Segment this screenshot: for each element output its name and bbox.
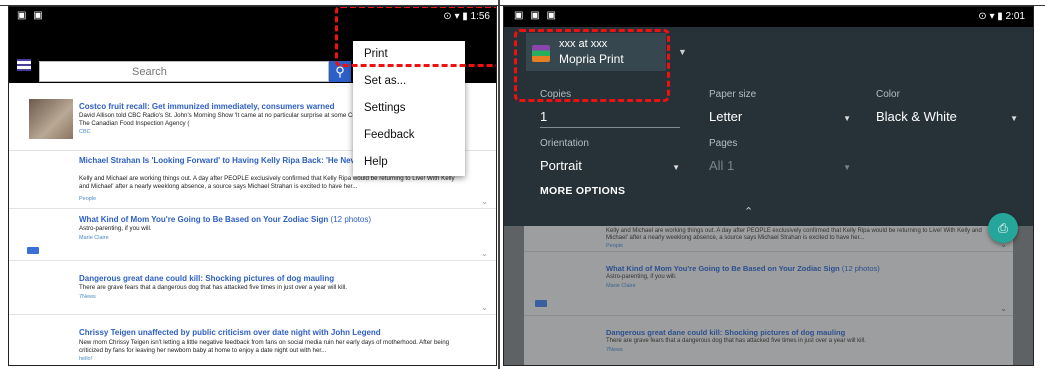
status-icons-left: ▣ ▣ <box>17 10 45 21</box>
list-item[interactable]: Dangerous great dane could kill: Shockin… <box>9 261 496 315</box>
news-feed-dimmed: Kelly and Michael are working things out… <box>524 226 1013 365</box>
chevron-down-icon: ⌄ <box>1000 304 1007 313</box>
color-value: Black & White <box>876 109 957 124</box>
article-source[interactable]: hello! <box>79 356 92 362</box>
article-snippet: Kelly and Michael are working things out… <box>606 228 982 241</box>
dropdown-arrow-icon: ▼ <box>843 163 851 172</box>
copies-underline <box>540 127 680 128</box>
paper-size-label: Paper size <box>709 89 757 100</box>
gallery-tag-icon <box>535 300 547 307</box>
printer-icon: ⎙ <box>998 221 1008 235</box>
pages-label: Pages <box>709 138 738 149</box>
menu-item-help[interactable]: Help <box>353 149 465 176</box>
status-icons-left: ▣ ▣ ▣ <box>514 10 558 21</box>
pages-value: All 1 <box>709 158 735 173</box>
list-item[interactable]: Chrissy Teigen unaffected by public crit… <box>9 315 496 365</box>
search-field[interactable] <box>39 61 329 82</box>
orientation-value: Portrait <box>540 158 582 173</box>
dropdown-arrow-icon: ▼ <box>1010 114 1018 123</box>
left-screenshot: ▣ ▣ ⊙ ▾ ▮ 1:56 ⚲ Costco fruit recall: Ge… <box>8 6 497 366</box>
menu-item-set-as[interactable]: Set as... <box>353 68 465 95</box>
paper-size-dropdown[interactable]: Paper size Letter ▼ <box>709 89 851 124</box>
article-source[interactable]: CBC <box>79 129 91 135</box>
highlight-printer-box <box>514 29 670 102</box>
gallery-tag-icon <box>27 247 39 254</box>
article-snippet: There are grave fears that a dangerous d… <box>606 338 866 344</box>
article-snippet: Astro-parenting, if you will. <box>79 225 152 232</box>
status-bar: ▣ ▣ ▣ ⊙ ▾ ▮ 2:01 <box>504 7 1033 27</box>
list-item: Dangerous great dane could kill: Shockin… <box>524 316 1013 364</box>
article-title-text: What Kind of Mom You're Going to Be Base… <box>79 215 329 224</box>
photo-count: (12 photos) <box>841 264 880 273</box>
hamburger-menu-icon[interactable] <box>17 59 31 71</box>
print-options-panel: Copies 1 Paper size Letter ▼ Color Black… <box>504 81 1033 226</box>
article-source[interactable]: Marie Claire <box>79 235 109 241</box>
article-title[interactable]: Dangerous great dane could kill: Shockin… <box>79 274 334 283</box>
list-item[interactable]: What Kind of Mom You're Going to Be Base… <box>9 209 496 261</box>
article-source: Marie Claire <box>606 283 636 289</box>
right-screenshot: ▣ ▣ ▣ ⊙ ▾ ▮ 2:01 xxx at xxx Mopria Print… <box>503 6 1034 366</box>
article-title[interactable]: What Kind of Mom You're Going to Be Base… <box>79 215 371 224</box>
dropdown-arrow-icon: ▼ <box>672 163 680 172</box>
color-dropdown[interactable]: Color Black & White ▼ <box>876 89 1018 124</box>
article-snippet: New mom Chrissy Teigen isn't letting a l… <box>79 339 450 354</box>
chevron-down-icon[interactable]: ⌄ <box>481 303 488 312</box>
article-title: What Kind of Mom You're Going to Be Base… <box>606 264 880 273</box>
article-source[interactable]: People <box>79 196 96 202</box>
article-snippet: There are grave fears that a dangerous d… <box>79 284 347 291</box>
list-item: What Kind of Mom You're Going to Be Base… <box>524 252 1013 316</box>
panel-divider <box>498 0 500 369</box>
photo-count: (12 photos) <box>330 215 372 224</box>
chevron-down-icon[interactable]: ▼ <box>678 47 687 57</box>
article-snippet: Kelly and Michael are working things out… <box>79 175 455 190</box>
pages-dropdown[interactable]: Pages All 1 ▼ <box>709 138 851 173</box>
article-snippet: Astro-parenting, if you will. <box>606 274 677 280</box>
article-title: Dangerous great dane could kill: Shockin… <box>606 328 846 337</box>
orientation-dropdown[interactable]: Orientation Portrait ▼ <box>540 138 680 173</box>
paper-size-value: Letter <box>709 109 743 124</box>
print-fab-button[interactable]: ⎙ <box>988 213 1018 243</box>
search-input[interactable] <box>40 62 328 82</box>
color-label: Color <box>876 89 900 100</box>
dropdown-arrow-icon: ▼ <box>843 114 851 123</box>
chevron-down-icon[interactable]: ⌄ <box>481 249 488 258</box>
more-options-button[interactable]: MORE OPTIONS <box>540 185 625 197</box>
status-icons-right: ⊙ ▾ ▮ 2:01 <box>978 11 1025 22</box>
list-item: Kelly and Michael are working things out… <box>524 226 1013 252</box>
article-title[interactable]: Costco fruit recall: Get immunized immed… <box>79 102 334 111</box>
article-title-text: What Kind of Mom You're Going to Be Base… <box>606 264 840 273</box>
article-source: 7News <box>606 347 623 353</box>
article-source: People <box>606 243 624 249</box>
menu-item-feedback[interactable]: Feedback <box>353 122 465 149</box>
article-title[interactable]: Chrissy Teigen unaffected by public crit… <box>79 328 381 337</box>
menu-item-settings[interactable]: Settings <box>353 95 465 122</box>
copies-value[interactable]: 1 <box>540 109 680 124</box>
article-source[interactable]: 7News <box>79 294 96 300</box>
orientation-label: Orientation <box>540 138 589 149</box>
collapse-caret-icon[interactable]: ⌃ <box>744 205 753 218</box>
chevron-down-icon[interactable]: ⌄ <box>481 197 488 206</box>
highlight-print-box <box>335 7 496 67</box>
article-thumbnail <box>29 99 73 139</box>
